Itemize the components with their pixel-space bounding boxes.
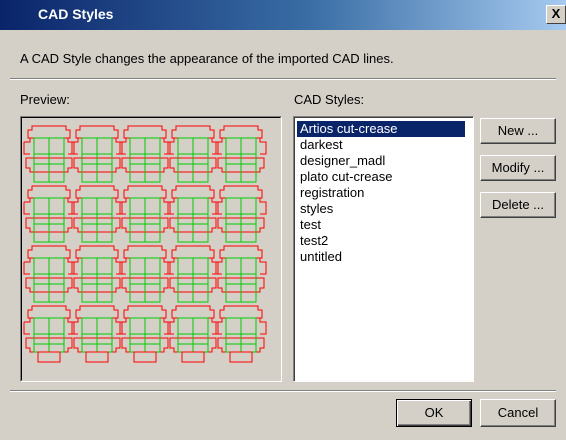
close-button[interactable]: X: [546, 5, 566, 24]
list-item[interactable]: test2: [297, 233, 465, 249]
ok-button[interactable]: OK: [396, 399, 472, 427]
cad-styles-listbox[interactable]: Artios cut-crease darkest designer_madl pla…: [293, 116, 474, 382]
new-button[interactable]: New ...: [480, 118, 556, 144]
cad-styles-list: Artios cut-crease darkest designer_madl pla…: [294, 117, 473, 381]
delete-button[interactable]: Delete ...: [480, 192, 556, 218]
list-item[interactable]: darkest: [297, 137, 465, 153]
separator-top: [10, 78, 556, 80]
preview-label: Preview:: [20, 92, 70, 107]
list-item[interactable]: test: [297, 217, 465, 233]
list-item[interactable]: Artios cut-crease: [297, 121, 465, 137]
modify-button[interactable]: Modify ...: [480, 155, 556, 181]
window-title: CAD Styles: [38, 6, 114, 22]
preview-panel: [20, 116, 282, 382]
preview-frame: [21, 117, 281, 381]
close-icon: X: [551, 6, 561, 21]
description-text: A CAD Style changes the appearance of th…: [20, 51, 394, 66]
cancel-button[interactable]: Cancel: [480, 399, 556, 427]
list-item[interactable]: plato cut-crease: [297, 169, 465, 185]
preview-drawing: [23, 125, 267, 363]
list-item[interactable]: styles: [297, 201, 465, 217]
cad-styles-label: CAD Styles:: [294, 92, 365, 107]
title-bar: CAD Styles X: [0, 0, 566, 30]
list-item[interactable]: designer_madl: [297, 153, 465, 169]
list-item[interactable]: untitled: [297, 249, 465, 265]
list-item[interactable]: registration: [297, 185, 465, 201]
separator-bottom: [10, 390, 556, 392]
